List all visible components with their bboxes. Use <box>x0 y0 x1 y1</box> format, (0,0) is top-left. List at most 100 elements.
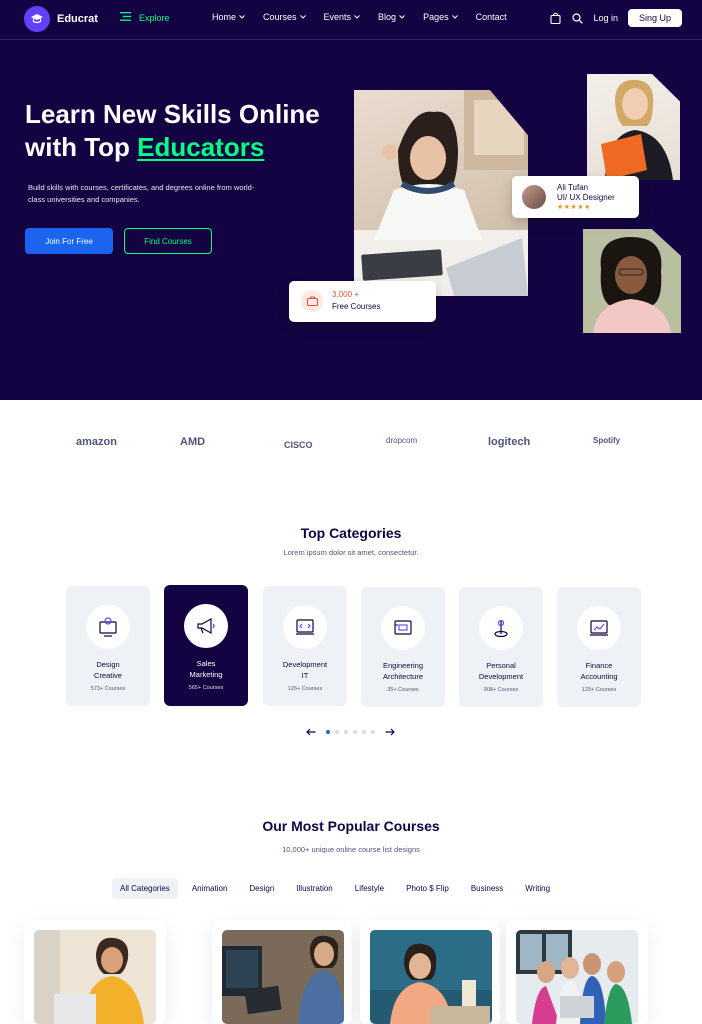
tab-all-categories[interactable]: All Categories <box>112 877 178 899</box>
main-menu: Home Courses Events Blog Pages Contact <box>212 12 525 22</box>
category-card-development[interactable]: Development IT 126+ Courses <box>263 586 347 706</box>
category-card-personal[interactable]: Personal Development 908+ Courses <box>459 587 543 707</box>
design-icon <box>86 605 130 649</box>
category-line1: Finance <box>585 661 613 670</box>
category-card-design[interactable]: Design Creative 573+ Courses <box>66 586 150 706</box>
chevron-down-icon <box>299 15 306 19</box>
menu-item-pages[interactable]: Pages <box>423 12 458 22</box>
menu-item-blog[interactable]: Blog <box>378 12 405 22</box>
amazon-logo: amazon <box>76 436 117 448</box>
course-card[interactable] <box>360 920 500 1024</box>
tab-writing[interactable]: Writing <box>517 878 558 899</box>
find-courses-button[interactable]: Find Courses <box>124 228 212 254</box>
category-count: 908+ Courses <box>483 687 519 693</box>
brand-logos: amazon AMD CISCO dropcom logitech Spotif… <box>0 428 702 462</box>
category-line1: Sales <box>196 659 216 668</box>
hero-student-photo <box>354 90 528 296</box>
category-line2: Creative <box>94 671 122 680</box>
chevron-down-icon <box>451 15 458 19</box>
code-icon <box>283 605 327 649</box>
hero-subtitle: Build skills with courses, certificates,… <box>28 183 255 204</box>
carousel-dot[interactable] <box>353 730 357 734</box>
carousel-dots <box>326 730 375 734</box>
tab-photo-flip[interactable]: Photo $ Flip <box>398 878 457 899</box>
logitech-logo: logitech <box>488 436 531 448</box>
course-card[interactable] <box>212 920 352 1024</box>
search-icon[interactable] <box>571 11 583 25</box>
category-card-engineering[interactable]: Engineering Architecture 35+ Courses <box>361 587 445 707</box>
signup-button[interactable]: Sing Up <box>627 9 682 27</box>
course-thumbnail <box>516 930 638 1024</box>
menu-label: Home <box>212 12 237 22</box>
carousel-dot[interactable] <box>326 730 330 734</box>
category-line2: Marketing <box>189 670 223 679</box>
explore-button[interactable]: Explore <box>120 12 170 23</box>
top-navbar: Educrat Explore Home Courses Events Blog… <box>0 0 702 40</box>
category-carousel-pager <box>304 726 404 738</box>
carousel-dot[interactable] <box>371 730 375 734</box>
logo-text: Educrat <box>57 13 98 25</box>
menu-item-courses[interactable]: Courses <box>263 12 306 22</box>
category-line1: Design <box>96 660 120 669</box>
course-card[interactable] <box>24 920 166 1024</box>
logo[interactable]: Educrat <box>24 6 98 32</box>
menu-label: Courses <box>263 12 297 22</box>
cart-icon[interactable] <box>549 11 561 25</box>
tab-lifestyle[interactable]: Lifestyle <box>347 878 392 899</box>
category-count: 126+ Courses <box>287 686 323 692</box>
category-line2: Architecture <box>382 672 424 681</box>
tab-design[interactable]: Design <box>241 878 282 899</box>
graduation-cap-icon <box>24 6 50 32</box>
login-link[interactable]: Log in <box>593 13 618 23</box>
free-courses-count: 3,000 + <box>332 290 359 299</box>
category-count: 129+ Courses <box>581 687 617 693</box>
arrow-left-icon[interactable] <box>304 726 318 738</box>
instructor-role: UI/ UX Designer <box>557 193 615 202</box>
carousel-dot[interactable] <box>362 730 366 734</box>
target-icon <box>479 606 523 650</box>
carousel-dot[interactable] <box>344 730 348 734</box>
hero-title-line1: Learn New Skills Online <box>25 99 320 129</box>
category-line2: IT <box>301 671 309 680</box>
category-name: Engineering Architecture <box>361 660 445 682</box>
menu-item-events[interactable]: Events <box>324 12 361 22</box>
tab-business[interactable]: Business <box>463 878 511 899</box>
category-line1: Development <box>282 660 328 669</box>
join-for-free-button[interactable]: Join For Free <box>25 228 113 254</box>
category-name: Design Creative <box>66 659 150 681</box>
explore-label: Explore <box>139 12 170 23</box>
category-card-sales[interactable]: Sales Marketing 565+ Courses <box>164 585 248 706</box>
menu-item-contact[interactable]: Contact <box>476 12 507 22</box>
free-courses-card: 3,000 + Free Courses <box>289 281 436 322</box>
menu-label: Blog <box>378 12 397 22</box>
cisco-logo: CISCO <box>284 440 313 450</box>
category-count: 35+ Courses <box>387 687 419 693</box>
tab-animation[interactable]: Animation <box>184 878 236 899</box>
arrow-right-icon[interactable] <box>383 726 397 738</box>
free-courses-label: Free Courses <box>332 302 381 311</box>
menu-item-home[interactable]: Home <box>212 12 245 22</box>
carousel-dot[interactable] <box>335 730 339 734</box>
tab-illustration[interactable]: Illustration <box>288 878 340 899</box>
courses-title: Our Most Popular Courses <box>262 818 440 834</box>
category-line2: Development <box>478 672 524 681</box>
categories-subtitle: Lorem ipsum dolor sit amet, consectetur. <box>283 548 419 557</box>
category-card-finance[interactable]: Finance Accounting 129+ Courses <box>557 587 641 707</box>
woman-smiling-photo <box>583 229 681 333</box>
category-line2: Accounting <box>580 672 618 681</box>
briefcase-icon <box>301 290 323 312</box>
spotify-logo: Spotify <box>593 436 621 445</box>
dropcom-logo: dropcom <box>386 436 418 445</box>
category-line1: Personal <box>486 661 516 670</box>
instructor-name: Ali Tufan <box>557 183 589 192</box>
course-thumbnail <box>370 930 492 1024</box>
blueprint-icon <box>381 606 425 650</box>
course-card[interactable] <box>506 920 648 1024</box>
menu-lines-icon <box>120 12 131 23</box>
instructor-card: Ali Tufan UI/ UX Designer ★★★★★ <box>512 176 639 218</box>
category-name: Development IT <box>263 659 347 681</box>
category-name: Finance Accounting <box>557 660 641 682</box>
category-name: Sales Marketing <box>164 658 248 680</box>
chart-icon <box>577 606 621 650</box>
nav-actions: Log in Sing Up <box>549 9 682 27</box>
